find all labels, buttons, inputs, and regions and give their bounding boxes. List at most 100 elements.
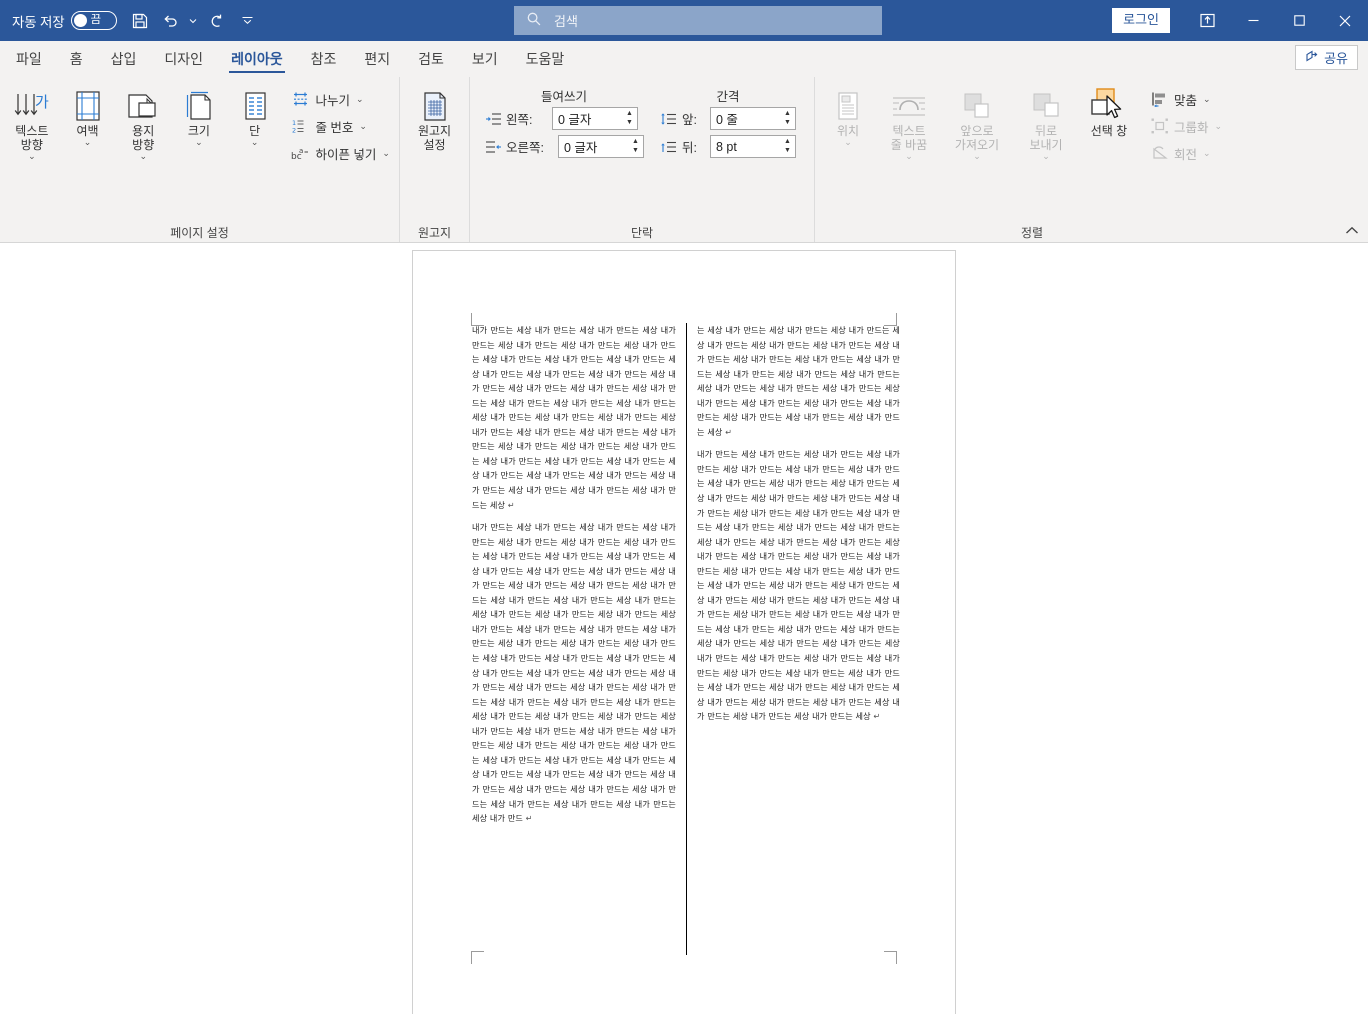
indent-left-spinner-arrows[interactable]: ▲ ▼ <box>622 110 637 126</box>
chevron-down-icon[interactable]: ⌄ <box>251 138 259 147</box>
document-canvas[interactable]: 내가 만드는 세상 내가 만드는 세상 내가 만드는 세상 내가 만드는 세상 … <box>0 243 1368 1014</box>
breaks-label: 나누기 <box>315 93 350 108</box>
redo-icon[interactable] <box>201 6 231 36</box>
svg-text:2: 2 <box>292 127 296 135</box>
selection-pane-button[interactable]: 선택 창 <box>1079 84 1139 138</box>
ribbon-display-options-icon[interactable] <box>1184 0 1230 41</box>
breaks-icon <box>291 90 310 108</box>
svg-text:a: a <box>299 147 303 155</box>
tab-file[interactable]: 파일 <box>0 41 56 76</box>
close-icon[interactable] <box>1322 0 1368 41</box>
spacing-before-stepper[interactable]: 0 줄 ▲ ▼ <box>710 107 796 130</box>
breaks-button[interactable]: 나누기 ⌄ <box>288 88 393 110</box>
undo-icon[interactable] <box>155 6 185 36</box>
orientation-icon <box>125 87 161 123</box>
two-column-text-body[interactable]: 내가 만드는 세상 내가 만드는 세상 내가 만드는 세상 내가 만드는 세상 … <box>472 323 900 955</box>
indent-right-spinner-arrows[interactable]: ▲ ▼ <box>628 138 643 154</box>
chevron-down-icon[interactable]: ⌄ <box>356 94 364 105</box>
ribbon-collapse-chevron-icon[interactable] <box>1345 223 1359 238</box>
wrap-text-button[interactable]: 텍스트 줄 바꿈 ⌄ <box>877 84 941 161</box>
spacing-after-row: 뒤: 8 pt ▲ ▼ <box>660 135 796 158</box>
spacing-after-value[interactable]: 8 pt <box>711 140 780 154</box>
chevron-down-icon[interactable]: ⌄ <box>28 152 36 161</box>
orientation-button[interactable]: 용지 방향 ⌄ <box>115 84 171 161</box>
paragraph-mark: ↵ <box>505 499 515 510</box>
text-column-right[interactable]: 는 세상 내가 만드는 세상 내가 만드는 세상 내가 만드는 세상 내가 만드… <box>686 323 900 955</box>
quick-access-toolbar: 자동 저장 끔 <box>0 6 255 36</box>
page-size-button[interactable]: 크기 ⌄ <box>171 84 227 147</box>
tab-view[interactable]: 보기 <box>458 41 512 76</box>
search-box[interactable]: 검색 <box>514 6 882 35</box>
chevron-down-icon[interactable]: ⌄ <box>905 152 913 161</box>
paragraph[interactable]: 내가 만드는 세상 내가 만드는 세상 내가 만드는 세상 내가 만드는 세상 … <box>472 520 676 825</box>
indent-right-label: 오른쪽: <box>506 141 544 155</box>
chevron-down-icon[interactable]: ⌄ <box>1215 121 1223 132</box>
tab-design[interactable]: 디자인 <box>150 41 217 76</box>
position-button[interactable]: 위치 ⌄ <box>819 84 877 147</box>
text-direction-button[interactable]: 가 텍스트 방향 ⌄ <box>4 84 60 161</box>
indent-right-stepper[interactable]: 0 글자 ▲ ▼ <box>558 135 644 158</box>
login-button[interactable]: 로그인 <box>1112 8 1170 33</box>
margins-button[interactable]: 여백 ⌄ <box>60 84 116 147</box>
spacing-after-stepper[interactable]: 8 pt ▲ ▼ <box>710 135 796 158</box>
chevron-down-icon[interactable]: ⌄ <box>1203 94 1211 105</box>
tab-references[interactable]: 참조 <box>297 41 351 76</box>
paragraph[interactable]: 는 세상 내가 만드는 세상 내가 만드는 세상 내가 만드는 세상 내가 만드… <box>697 323 900 439</box>
ribbon-group-arrange: 위치 ⌄ 텍스트 줄 바꿈 ⌄ 앞으로 가져오기 ⌄ 뒤로 보내기 ⌄ 선택 창… <box>815 77 1249 242</box>
tab-layout[interactable]: 레이아웃 <box>217 41 297 76</box>
chevron-down-icon[interactable]: ⌄ <box>973 152 981 161</box>
search-icon <box>526 11 542 30</box>
indent-left-value[interactable]: 0 글자 <box>553 109 622 128</box>
hyphenation-icon: bc a <box>291 144 310 162</box>
hyphenation-button[interactable]: bc a 하이픈 넣기 ⌄ <box>288 142 393 164</box>
rotate-icon <box>1150 144 1169 162</box>
line-numbers-button[interactable]: 1 2 줄 번호 ⌄ <box>288 115 393 137</box>
chevron-down-icon[interactable]: ⌄ <box>382 148 390 159</box>
group-button[interactable]: 그룹화 ⌄ <box>1147 115 1225 137</box>
align-button[interactable]: 맞춤 ⌄ <box>1147 88 1225 110</box>
indent-right-value[interactable]: 0 글자 <box>559 137 628 156</box>
autosave-toggle[interactable]: 끔 <box>71 11 118 30</box>
autosave-toggle-knob <box>74 14 88 27</box>
bring-forward-button[interactable]: 앞으로 가져오기 ⌄ <box>941 84 1013 161</box>
spacing-after-spinner-arrows[interactable]: ▲ ▼ <box>780 138 795 154</box>
tab-mailings[interactable]: 편지 <box>350 41 404 76</box>
ribbon-group-page-setup: 가 텍스트 방향 ⌄ 여백 ⌄ 용지 방향 ⌄ 크기 ⌄ 단 ⌄ 나누기 ⌄ 1… <box>0 77 400 242</box>
undo-dropdown-chevron-down-icon[interactable] <box>185 6 201 36</box>
text-column-left[interactable]: 내가 만드는 세상 내가 만드는 세상 내가 만드는 세상 내가 만드는 세상 … <box>472 323 686 955</box>
chevron-down-icon[interactable]: ⌄ <box>195 138 203 147</box>
tab-help[interactable]: 도움말 <box>512 41 579 76</box>
tab-home[interactable]: 홈 <box>56 41 97 76</box>
chevron-down-icon[interactable]: ⌄ <box>844 138 852 147</box>
columns-button[interactable]: 단 ⌄ <box>227 84 283 147</box>
document-page[interactable]: 내가 만드는 세상 내가 만드는 세상 내가 만드는 세상 내가 만드는 세상 … <box>412 250 956 1014</box>
spacing-before-spinner-arrows[interactable]: ▲ ▼ <box>780 110 795 126</box>
minimize-icon[interactable] <box>1230 0 1276 41</box>
tab-review[interactable]: 검토 <box>404 41 458 76</box>
paragraph[interactable]: 내가 만드는 세상 내가 만드는 세상 내가 만드는 세상 내가 만드는 세상 … <box>697 447 900 723</box>
paragraph[interactable]: 내가 만드는 세상 내가 만드는 세상 내가 만드는 세상 내가 만드는 세상 … <box>472 323 676 512</box>
share-button[interactable]: 공유 <box>1295 45 1358 70</box>
paragraph-mark: ↵ <box>870 711 881 722</box>
chevron-down-icon[interactable]: ⌄ <box>1042 152 1050 161</box>
tab-insert[interactable]: 삽입 <box>97 41 151 76</box>
indent-left-row: 왼쪽: 0 글자 ▲ ▼ <box>484 107 644 130</box>
rotate-button[interactable]: 회전 ⌄ <box>1147 142 1225 164</box>
customize-qat-icon[interactable] <box>239 6 255 36</box>
chevron-down-icon[interactable]: ⌄ <box>139 152 147 161</box>
chevron-down-icon[interactable]: ⌄ <box>1203 148 1211 159</box>
manuscript-setup-button[interactable]: 원고지 설정 <box>406 84 464 152</box>
autosave-label: 자동 저장 <box>12 14 65 30</box>
maximize-icon[interactable] <box>1276 0 1322 41</box>
chevron-down-icon[interactable]: ⌄ <box>359 121 367 132</box>
columns-icon <box>239 87 271 123</box>
save-icon[interactable] <box>125 6 155 36</box>
paragraph-mark: ↵ <box>722 426 733 437</box>
page-size-label: 크기 <box>187 124 210 138</box>
chevron-down-icon[interactable]: ⌄ <box>84 138 92 147</box>
indent-left-stepper[interactable]: 0 글자 ▲ ▼ <box>552 107 638 130</box>
spacing-before-value[interactable]: 0 줄 <box>711 109 780 128</box>
spacing-before-label: 앞: <box>682 113 697 127</box>
bring-forward-label: 앞으로 가져오기 <box>954 124 1000 153</box>
send-backward-button[interactable]: 뒤로 보내기 ⌄ <box>1013 84 1079 161</box>
